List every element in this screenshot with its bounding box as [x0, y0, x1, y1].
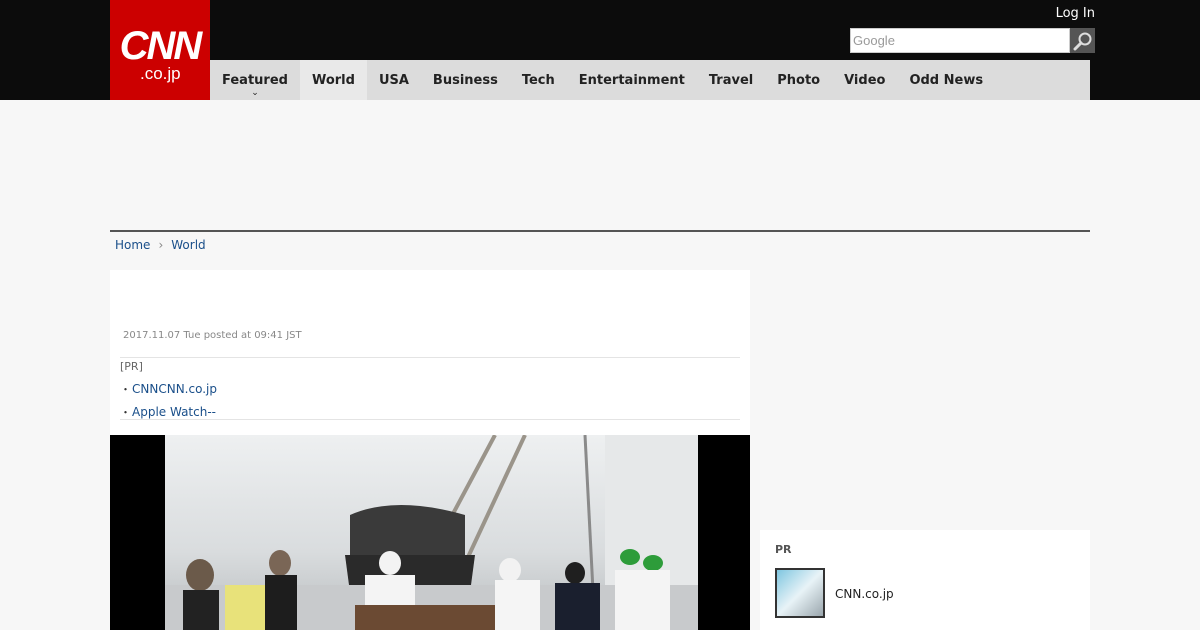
search-button[interactable]	[1070, 28, 1095, 53]
logo-subtext: .co.jp	[140, 64, 181, 83]
nav-label: Entertainment	[578, 72, 685, 88]
nav-travel[interactable]: Travel	[697, 60, 765, 100]
nav-label: World	[311, 72, 355, 88]
nav-world[interactable]: World	[299, 60, 367, 100]
cnn-logo[interactable]: CNN .co.jp	[110, 0, 210, 100]
nav-featured[interactable]: Featured ⌄	[210, 60, 300, 100]
chevron-down-icon: ⌄	[251, 88, 259, 98]
main-nav: Featured ⌄ World USA Business Tech Enter…	[210, 60, 1090, 100]
nav-tech[interactable]: Tech	[510, 60, 567, 100]
breadcrumb: Home › World	[115, 238, 206, 252]
nav-label: Business	[432, 72, 498, 88]
pr-link[interactable]: Apple Watch--	[132, 405, 216, 419]
nav-label: Odd News	[909, 72, 984, 88]
ad-space	[110, 100, 1090, 230]
breadcrumb-world[interactable]: World	[171, 238, 205, 252]
nav-label: Photo	[777, 72, 821, 88]
posted-timestamp: 2017.11.07 Tue posted at 09:41 JST	[123, 330, 302, 341]
photo-image	[165, 435, 698, 630]
nav-label: USA	[378, 72, 409, 88]
article-photo[interactable]	[110, 435, 750, 630]
nav-label: Video	[844, 72, 886, 88]
bullet-icon: ・	[120, 382, 131, 396]
pr-tag: [PR]	[120, 360, 143, 373]
bullet-icon: ・	[120, 405, 131, 419]
search-input[interactable]	[850, 28, 1070, 53]
nav-label: Featured	[222, 72, 288, 88]
nav-label: Tech	[521, 72, 555, 88]
pr-link[interactable]: CNNCNN.co.jp	[132, 382, 217, 396]
sidebar-pr-box: PR CNN.co.jp	[760, 530, 1090, 630]
pr-links-block: [PR] ・ CNNCNN.co.jp ・ Apple Watch--	[120, 357, 740, 423]
divider	[120, 419, 740, 420]
nav-photo[interactable]: Photo	[765, 60, 832, 100]
nav-entertainment[interactable]: Entertainment	[567, 60, 697, 100]
breadcrumb-home[interactable]: Home	[115, 238, 150, 252]
nav-video[interactable]: Video	[832, 60, 897, 100]
nav-usa[interactable]: USA	[367, 60, 421, 100]
photo-illustration	[165, 435, 698, 630]
sidebar-pr-label: PR	[775, 543, 792, 556]
pr-item-title[interactable]: CNN.co.jp	[835, 587, 894, 601]
search-icon	[1073, 32, 1091, 50]
article-header: 2017.11.07 Tue posted at 09:41 JST [PR] …	[110, 270, 750, 440]
pr-link-list: ・ CNNCNN.co.jp ・ Apple Watch--	[120, 377, 740, 423]
pr-thumbnail[interactable]	[775, 568, 825, 618]
chevron-right-icon: ›	[158, 238, 164, 252]
list-item: ・ CNNCNN.co.jp	[120, 377, 740, 400]
nav-label: Travel	[708, 72, 754, 88]
logo-text: CNN	[119, 24, 203, 68]
login-link[interactable]: Log In	[1056, 6, 1095, 21]
nav-business[interactable]: Business	[421, 60, 510, 100]
nav-odd-news[interactable]: Odd News	[897, 60, 995, 100]
section-divider	[110, 230, 1090, 232]
